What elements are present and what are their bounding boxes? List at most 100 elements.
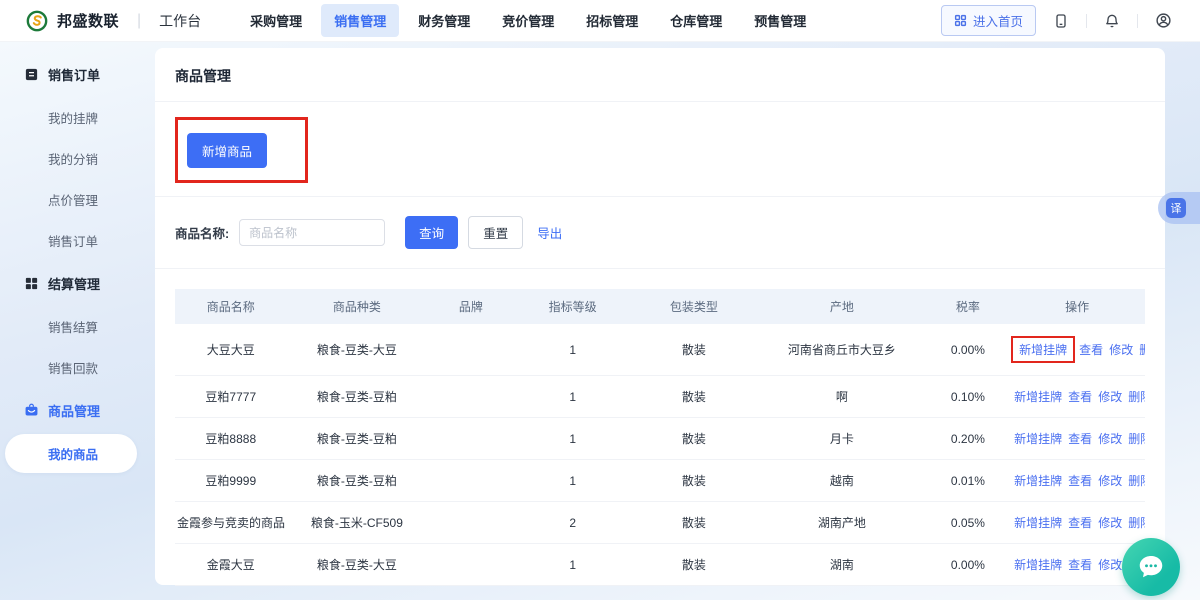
op-link-查看[interactable]: 查看 — [1068, 432, 1092, 446]
sidebar-section-label: 结算管理 — [48, 274, 100, 293]
device-icon[interactable] — [1050, 10, 1072, 32]
cell-tax: 0.10% — [927, 376, 1009, 418]
op-link-新增挂牌[interactable]: 新增挂牌 — [1014, 516, 1062, 530]
order-icon — [24, 67, 39, 82]
logo: 邦盛数联 | 工作台 — [26, 10, 201, 32]
cell-name: 大豆大豆 — [175, 324, 287, 376]
cell-package: 散装 — [631, 544, 757, 586]
cell-category: 粮食-玉米-玉米 — [287, 586, 428, 600]
sidebar: 销售订单我的挂牌我的分销点价管理销售订单结算管理销售结算销售回款商品管理我的商品 — [0, 42, 155, 600]
column-header-指标等级: 指标等级 — [514, 289, 630, 324]
cell-brand — [427, 460, 514, 502]
op-link-修改[interactable]: 修改 — [1098, 516, 1122, 530]
reset-button[interactable]: 重置 — [468, 216, 523, 249]
sidebar-item-我的商品[interactable]: 我的商品 — [5, 434, 137, 473]
cell-operations: 新增挂牌查看修改删除 — [1009, 460, 1145, 502]
op-link-查看[interactable]: 查看 — [1068, 516, 1092, 530]
sidebar-item-我的分销[interactable]: 我的分销 — [0, 138, 155, 179]
cell-tax: 0.01% — [927, 460, 1009, 502]
cell-operations: 新增挂牌查看修改删除 — [1009, 418, 1145, 460]
op-link-删除[interactable]: 删除 — [1128, 390, 1145, 404]
export-link[interactable]: 导出 — [537, 223, 562, 242]
op-link-删除[interactable]: 删除 — [1128, 432, 1145, 446]
nav-item-销售管理[interactable]: 销售管理 — [321, 4, 399, 37]
sidebar-item-销售结算[interactable]: 销售结算 — [0, 306, 155, 347]
op-link-查看[interactable]: 查看 — [1068, 558, 1092, 572]
column-header-产地: 产地 — [757, 289, 927, 324]
op-link-修改[interactable]: 修改 — [1109, 343, 1133, 357]
sidebar-item-点价管理[interactable]: 点价管理 — [0, 179, 155, 220]
cell-grade: 1 — [514, 324, 630, 376]
sidebar-section-结算管理[interactable]: 结算管理 — [0, 261, 155, 306]
column-header-包装类型: 包装类型 — [631, 289, 757, 324]
op-link-新增挂牌[interactable]: 新增挂牌 — [1014, 390, 1062, 404]
cell-grade: 1 — [514, 544, 630, 586]
sidebar-section-label: 销售订单 — [48, 65, 100, 84]
add-product-button[interactable]: 新增商品 — [187, 133, 267, 168]
cell-operations: 新增挂牌查看修改删除 — [1009, 376, 1145, 418]
divider — [155, 268, 1165, 269]
op-link-新增挂牌[interactable]: 新增挂牌 — [1014, 558, 1062, 572]
cell-operations: 新增挂牌查看修改删除 — [1009, 586, 1145, 600]
bell-icon[interactable] — [1101, 10, 1123, 32]
add-product-row: 新增商品 — [175, 102, 1145, 196]
search-label: 商品名称: — [175, 223, 229, 242]
divider — [1137, 14, 1138, 28]
op-link-修改[interactable]: 修改 — [1098, 474, 1122, 488]
user-icon[interactable] — [1152, 10, 1174, 32]
nav-item-竞价管理[interactable]: 竞价管理 — [489, 4, 567, 37]
chat-bubble-icon — [1136, 552, 1166, 582]
cell-name: 金霞参与竞卖的商品 — [175, 502, 287, 544]
op-link-新增挂牌[interactable]: 新增挂牌 — [1014, 432, 1062, 446]
cell-origin: 越南 — [757, 460, 927, 502]
table-row: 金霞玉米粮食-玉米-玉米1袋装河南省商丘市大豆乡0.00%新增挂牌查看修改删除 — [175, 586, 1145, 600]
sidebar-item-销售回款[interactable]: 销售回款 — [0, 347, 155, 388]
nav-item-财务管理[interactable]: 财务管理 — [405, 4, 483, 37]
cell-origin: 河南省商丘市大豆乡 — [757, 586, 927, 600]
op-link-删除[interactable]: 删除 — [1139, 343, 1145, 357]
sidebar-section-商品管理[interactable]: 商品管理 — [0, 388, 155, 433]
nav-item-招标管理[interactable]: 招标管理 — [573, 4, 651, 37]
enter-home-label: 进入首页 — [973, 11, 1023, 30]
op-link-修改[interactable]: 修改 — [1098, 558, 1122, 572]
grid-icon — [954, 14, 967, 27]
op-link-修改[interactable]: 修改 — [1098, 432, 1122, 446]
op-link-修改[interactable]: 修改 — [1098, 390, 1122, 404]
sidebar-item-销售订单[interactable]: 销售订单 — [0, 220, 155, 261]
op-link-删除[interactable]: 删除 — [1128, 516, 1145, 530]
cell-tax: 0.05% — [927, 502, 1009, 544]
translate-tab[interactable]: 译 — [1158, 192, 1200, 224]
chat-fab-button[interactable] — [1122, 538, 1180, 596]
sidebar-section-销售订单[interactable]: 销售订单 — [0, 52, 155, 97]
cell-origin: 河南省商丘市大豆乡 — [757, 324, 927, 376]
column-header-商品名称: 商品名称 — [175, 289, 287, 324]
nav-item-预售管理[interactable]: 预售管理 — [741, 4, 819, 37]
nav-item-采购管理[interactable]: 采购管理 — [237, 4, 315, 37]
sidebar-item-我的挂牌[interactable]: 我的挂牌 — [0, 97, 155, 138]
cell-origin: 啊 — [757, 376, 927, 418]
cell-brand — [427, 324, 514, 376]
op-link-新增挂牌[interactable]: 新增挂牌 — [1014, 474, 1062, 488]
table-row: 金霞大豆粮食-豆类-大豆1散装湖南0.00%新增挂牌查看修改删除 — [175, 544, 1145, 586]
cell-category: 粮食-玉米-CF509 — [287, 502, 428, 544]
table-row: 豆粕7777粮食-豆类-豆粕1散装啊0.10%新增挂牌查看修改删除 — [175, 376, 1145, 418]
op-link-删除[interactable]: 删除 — [1128, 474, 1145, 488]
product-name-input[interactable] — [239, 219, 385, 246]
search-bar: 商品名称: 查询 重置 导出 — [175, 197, 1145, 268]
divider — [1086, 14, 1087, 28]
table-header: 商品名称商品种类品牌指标等级包装类型产地税率操作 — [175, 289, 1145, 324]
cell-category: 粮食-豆类-豆粕 — [287, 418, 428, 460]
cell-origin: 湖南 — [757, 544, 927, 586]
op-link-查看[interactable]: 查看 — [1068, 390, 1092, 404]
enter-home-button[interactable]: 进入首页 — [941, 5, 1036, 36]
cell-grade: 2 — [514, 502, 630, 544]
op-link-查看[interactable]: 查看 — [1079, 343, 1103, 357]
query-button[interactable]: 查询 — [405, 216, 458, 249]
op-link-查看[interactable]: 查看 — [1068, 474, 1092, 488]
cell-brand — [427, 418, 514, 460]
nav-item-仓库管理[interactable]: 仓库管理 — [657, 4, 735, 37]
table-row: 豆粕9999粮食-豆类-豆粕1散装越南0.01%新增挂牌查看修改删除 — [175, 460, 1145, 502]
navbar-right: 进入首页 — [941, 5, 1174, 36]
product-table: 商品名称商品种类品牌指标等级包装类型产地税率操作 大豆大豆粮食-豆类-大豆1散装… — [175, 289, 1145, 600]
op-link-新增挂牌[interactable]: 新增挂牌 — [1019, 343, 1067, 357]
